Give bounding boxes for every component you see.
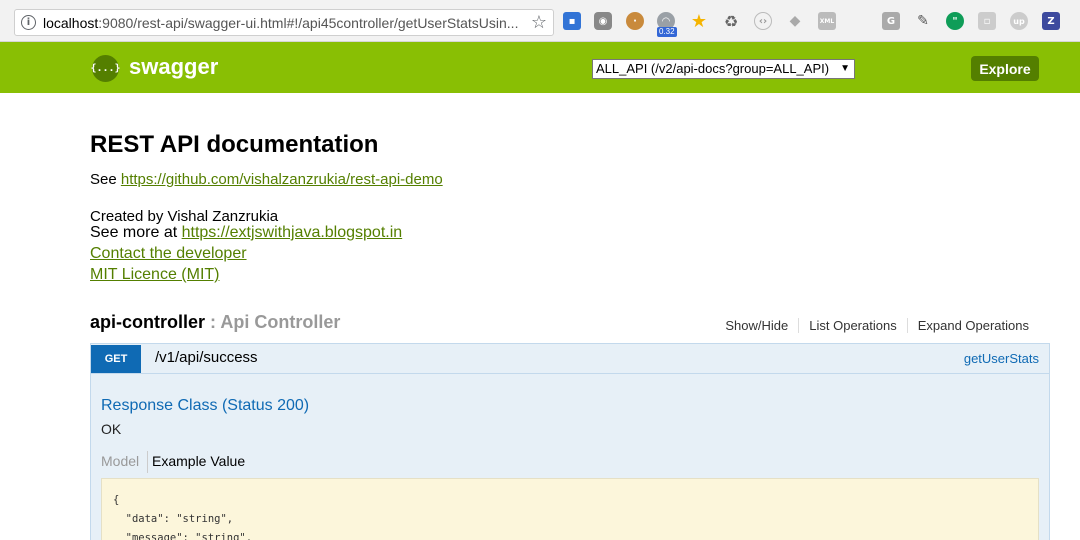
response-class-title: Response Class (Status 200) <box>101 397 310 414</box>
info-icon[interactable]: i <box>21 15 36 30</box>
license-link[interactable]: MIT Licence (MIT) <box>90 266 220 284</box>
operation-path[interactable]: /v1/api/success <box>155 349 258 366</box>
created-by-text: Created by Vishal Zanzrukia <box>90 208 279 225</box>
eyedropper-icon[interactable]: ✎ <box>914 12 932 30</box>
cookie-icon[interactable]: · <box>626 12 644 30</box>
code-icon[interactable]: ‹› <box>754 12 772 30</box>
recycle-icon[interactable]: ♻ <box>722 12 740 31</box>
g-icon[interactable]: G <box>882 12 900 30</box>
contact-link[interactable]: Contact the developer <box>90 245 247 263</box>
page-title: REST API documentation <box>90 131 379 158</box>
swagger-logo-text[interactable]: swagger <box>129 54 218 80</box>
code-line: "message": "string", <box>113 532 253 540</box>
chevron-down-icon: ▼ <box>840 63 850 74</box>
repo-line: See https://github.com/vishalzanzrukia/r… <box>90 171 443 188</box>
show-hide-link[interactable]: Show/Hide <box>715 318 798 333</box>
xml-icon[interactable]: XML <box>818 12 836 30</box>
http-method-badge[interactable]: GET <box>91 345 141 373</box>
browser-toolbar: i localhost:9080/rest-api/swagger-ui.htm… <box>0 0 1080 42</box>
response-text: OK <box>101 421 122 437</box>
list-operations-link[interactable]: List Operations <box>798 318 906 333</box>
api-definition-select[interactable]: ALL_API (/v2/api-docs?group=ALL_API) ▼ <box>592 59 855 79</box>
resource-actions: Show/Hide List Operations Expand Operati… <box>715 318 1039 333</box>
url-text[interactable]: localhost:9080/rest-api/swagger-ui.html#… <box>43 15 523 31</box>
example-value-code[interactable]: { "data": "string", "message": "string", <box>101 478 1039 540</box>
bookmark-star-icon[interactable]: ☆ <box>531 12 547 33</box>
explore-button[interactable]: Explore <box>971 56 1039 81</box>
expand-operations-link[interactable]: Expand Operations <box>906 318 1039 333</box>
code-line: { <box>113 494 120 506</box>
delicious-icon[interactable]: ▪ <box>563 12 581 30</box>
tab-divider <box>147 451 148 473</box>
tab-model[interactable]: Model <box>101 453 139 469</box>
swagger-header: {...} swagger ALL_API (/v2/api-docs?grou… <box>0 42 1080 93</box>
operation-heading[interactable]: GET /v1/api/success getUserStats <box>91 344 1049 373</box>
up-icon[interactable]: up <box>1010 12 1028 30</box>
address-bar[interactable]: i localhost:9080/rest-api/swagger-ui.htm… <box>14 9 554 36</box>
camera-icon[interactable]: ◉ <box>594 12 612 30</box>
swagger-logo-icon[interactable]: {...} <box>90 55 121 82</box>
puzzle-icon[interactable]: ▫ <box>978 12 996 30</box>
code-line: "data": "string", <box>113 513 234 525</box>
star-icon[interactable]: ★ <box>690 11 708 32</box>
repo-link[interactable]: https://github.com/vishalzanzrukia/rest-… <box>121 171 443 188</box>
hangouts-icon[interactable]: " <box>946 12 964 30</box>
blog-line: See more at https://extjswithjava.blogsp… <box>90 224 403 241</box>
divider <box>91 373 1049 374</box>
operation-panel: GET /v1/api/success getUserStats Respons… <box>90 343 1050 540</box>
tab-example-value[interactable]: Example Value <box>152 453 245 469</box>
resource-heading[interactable]: api-controller : Api Controller <box>90 312 340 333</box>
extension-badge: 0.32 <box>657 27 677 37</box>
z-icon[interactable]: Z <box>1042 12 1060 30</box>
dropbox-icon[interactable]: ◆ <box>786 12 804 30</box>
blog-link[interactable]: https://extjswithjava.blogspot.in <box>182 224 403 241</box>
operation-nickname[interactable]: getUserStats <box>964 351 1039 366</box>
